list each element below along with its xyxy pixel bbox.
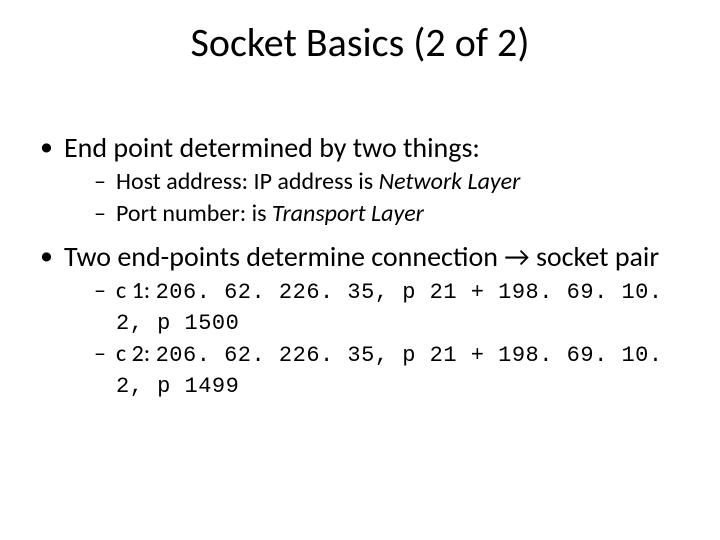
slide: Socket Basics (2 of 2) End point determi… bbox=[0, 0, 720, 540]
bullet-list: End point determined by two things: Host… bbox=[36, 130, 684, 400]
sub-text: Port number: is bbox=[116, 199, 272, 228]
slide-title: Socket Basics (2 of 2) bbox=[0, 18, 720, 67]
sub-list: c 1: 206. 62. 226. 35, p 21 + 198. 69. 1… bbox=[64, 276, 684, 400]
emphasis-transport-layer: Transport Layer bbox=[272, 199, 424, 228]
bullet-endpoint-determined: End point determined by two things: Host… bbox=[36, 130, 684, 229]
slide-body: End point determined by two things: Host… bbox=[36, 130, 684, 410]
sub-list: Host address: IP address is Network Laye… bbox=[64, 167, 684, 229]
bullet-text: Two end-points determine connection → so… bbox=[64, 239, 659, 274]
connection-label: c 1: bbox=[116, 276, 156, 305]
connection-code: 206. 62. 226. 35, p 21 + 198. 69. 10. 2,… bbox=[116, 280, 663, 336]
sub-connection-2: c 2: 206. 62. 226. 35, p 21 + 198. 69. 1… bbox=[94, 339, 684, 400]
emphasis-network-layer: Network Layer bbox=[379, 167, 521, 196]
sub-host-address: Host address: IP address is Network Laye… bbox=[94, 167, 684, 197]
sub-connection-1: c 1: 206. 62. 226. 35, p 21 + 198. 69. 1… bbox=[94, 276, 684, 337]
bullet-socket-pair: Two end-points determine connection → so… bbox=[36, 239, 684, 400]
sub-port-number: Port number: is Transport Layer bbox=[94, 199, 684, 229]
bullet-text: End point determined by two things: bbox=[64, 130, 480, 165]
connection-code: 206. 62. 226. 35, p 21 + 198. 69. 10. 2,… bbox=[116, 343, 663, 399]
sub-text: Host address: IP address is bbox=[116, 167, 379, 196]
connection-label: c 2: bbox=[116, 339, 156, 368]
